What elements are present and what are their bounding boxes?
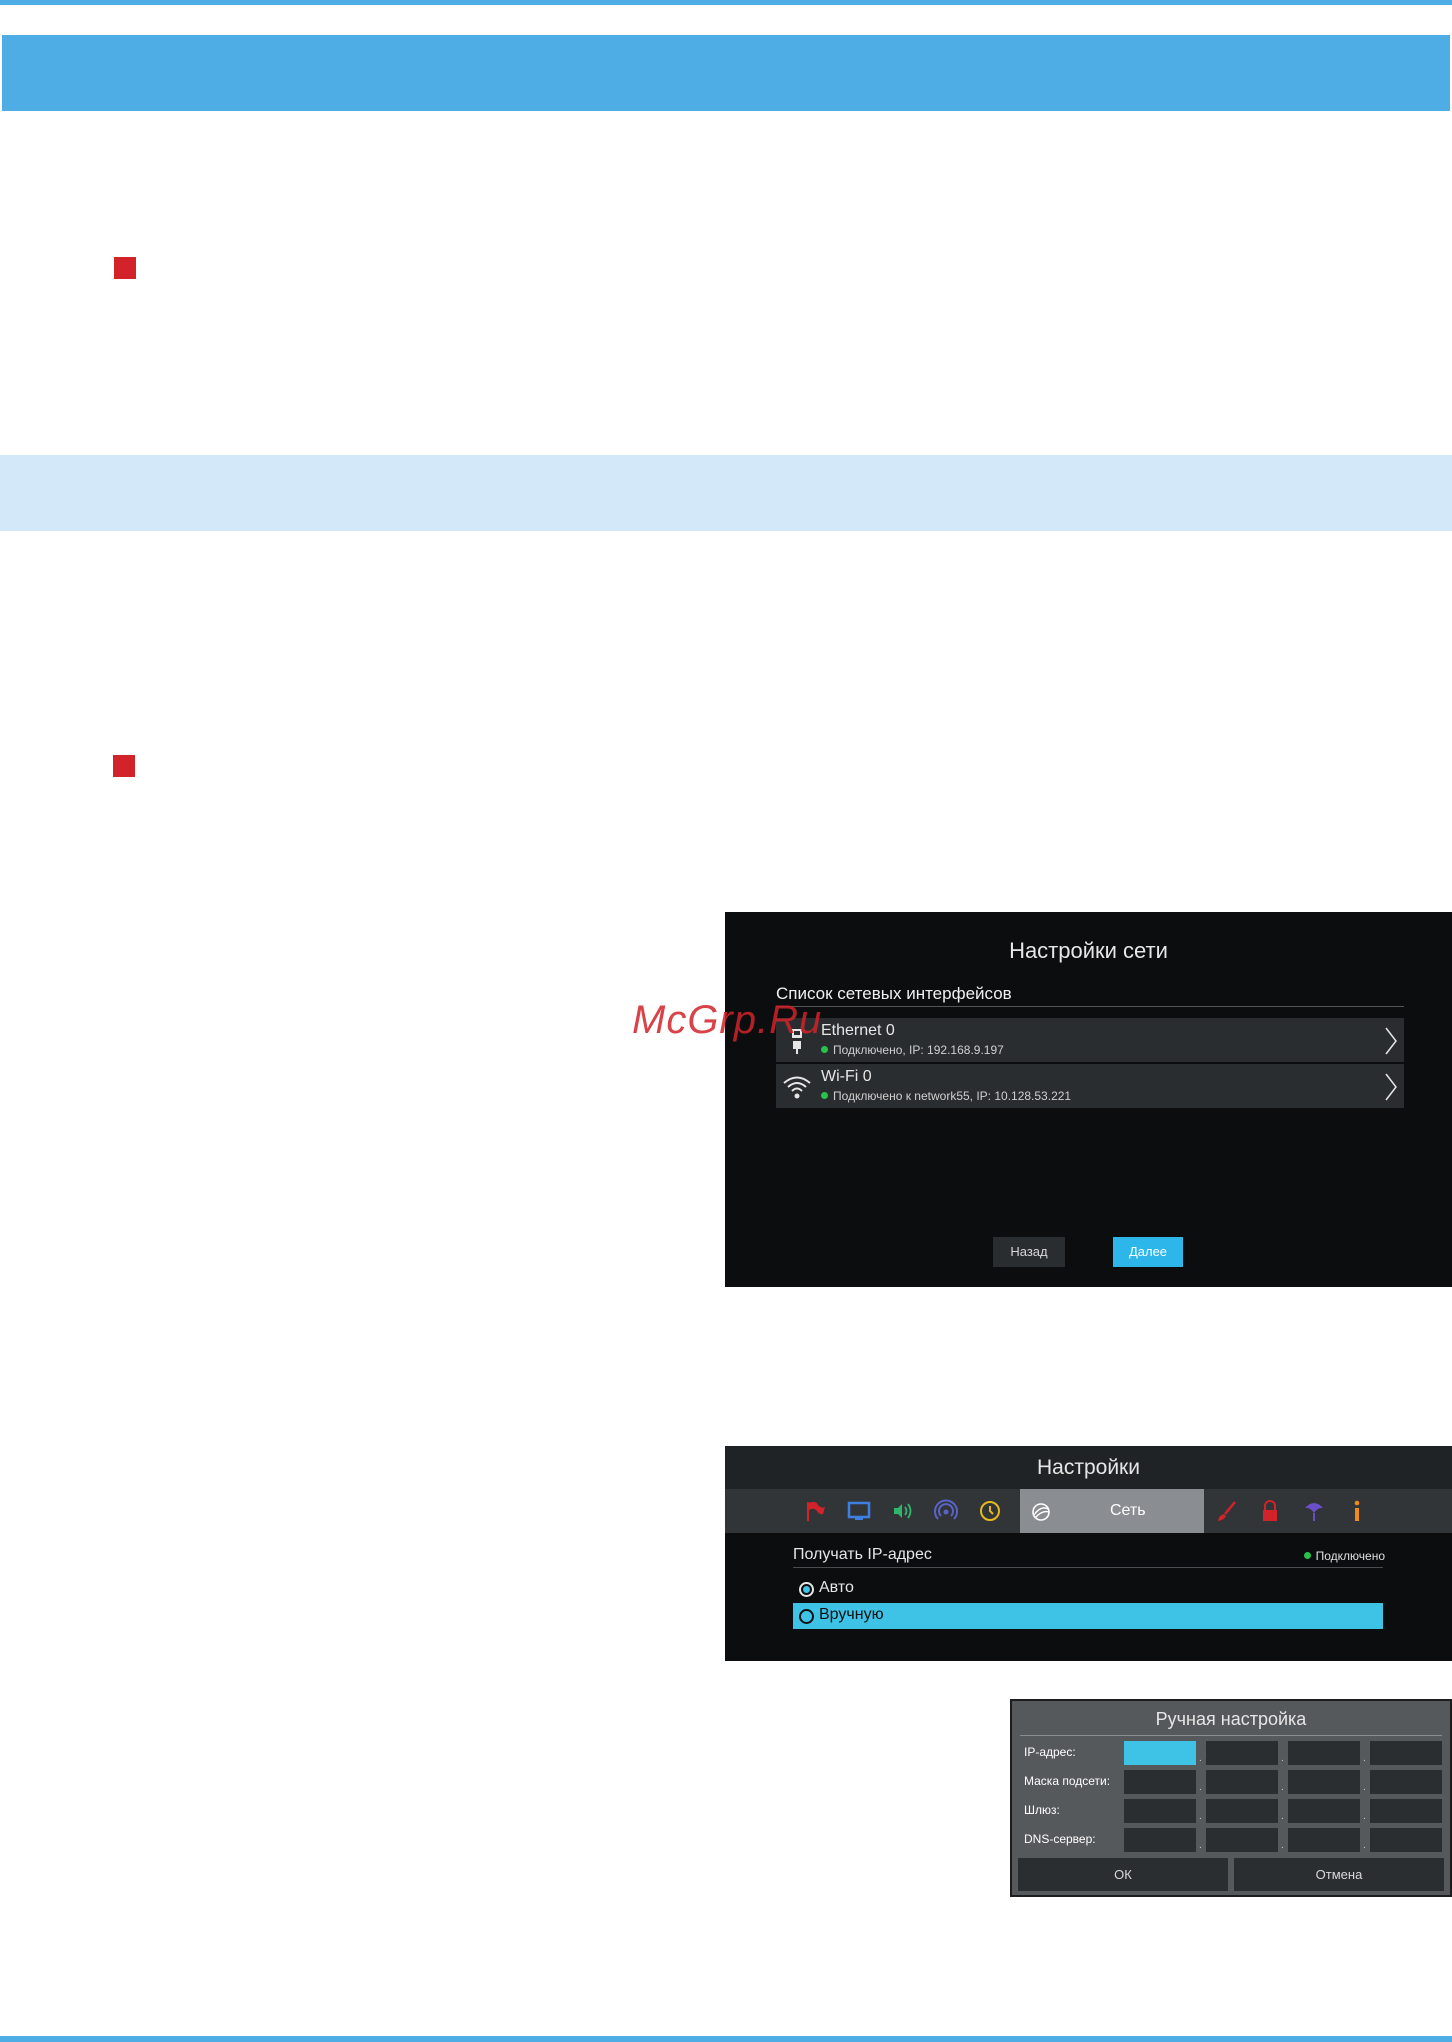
settings-tab-bar: Сеть <box>725 1489 1452 1533</box>
next-button[interactable]: Далее <box>1113 1237 1183 1267</box>
octet-input[interactable] <box>1124 1770 1196 1794</box>
tv-icon[interactable] <box>847 1499 871 1523</box>
interface-name: Wi-Fi 0 <box>821 1068 872 1085</box>
status-dot <box>821 1092 828 1099</box>
top-rule <box>0 0 1452 5</box>
divider <box>1020 1735 1442 1736</box>
screen-title: Настройки <box>1037 1456 1140 1479</box>
octet-input[interactable] <box>1288 1799 1360 1823</box>
wifi-icon <box>783 1076 811 1099</box>
option-label: Авто <box>819 1579 854 1596</box>
octet-input[interactable] <box>1206 1741 1278 1765</box>
gateway-row: Шлюз: . . . <box>1012 1799 1450 1825</box>
octet-input[interactable] <box>1288 1741 1360 1765</box>
watermark: McGrp.Ru <box>632 998 823 1042</box>
octet-input[interactable] <box>1288 1828 1360 1852</box>
header-band <box>2 35 1450 111</box>
octet-input[interactable] <box>1288 1770 1360 1794</box>
divider <box>776 1006 1404 1007</box>
screen-title: Настройки сети <box>1009 938 1168 963</box>
network-icon <box>1032 1503 1050 1521</box>
octet-input[interactable] <box>1124 1741 1196 1765</box>
connection-status: Подключено <box>1303 1549 1385 1563</box>
clock-icon[interactable] <box>978 1499 1002 1523</box>
status-dot <box>821 1046 828 1053</box>
subnet-mask-row: Маска подсети: . . . <box>1012 1770 1450 1796</box>
octet-input[interactable] <box>1124 1799 1196 1823</box>
settings-screen: Настройки Сеть Получать IP-адрес Подключ… <box>725 1446 1452 1661</box>
network-settings-screen: Настройки сети Список сетевых интерфейсо… <box>725 912 1452 1287</box>
balloon-icon[interactable] <box>1302 1499 1326 1523</box>
radio-selected-icon <box>799 1582 814 1597</box>
ip-mode-label: Получать IP-адрес <box>793 1546 932 1563</box>
dialog-title: Ручная настройка <box>1155 1709 1307 1729</box>
option-manual[interactable]: Вручную <box>793 1603 1383 1629</box>
tab-network[interactable]: Сеть <box>1020 1489 1204 1533</box>
interface-row-ethernet[interactable]: Ethernet 0 Подключено, IP: 192.168.9.197 <box>776 1018 1404 1062</box>
option-auto[interactable]: Авто <box>793 1576 1383 1602</box>
interface-status: Подключено к network55, IP: 10.128.53.22… <box>821 1089 1071 1103</box>
flag-icon[interactable] <box>804 1499 828 1523</box>
tab-network-label: Сеть <box>1110 1502 1146 1519</box>
interface-row-wifi[interactable]: Wi-Fi 0 Подключено к network55, IP: 10.1… <box>776 1064 1404 1108</box>
field-label: Маска подсети: <box>1024 1774 1111 1788</box>
interface-status: Подключено, IP: 192.168.9.197 <box>821 1043 1004 1057</box>
field-label: DNS-сервер: <box>1024 1832 1096 1846</box>
divider <box>793 1567 1383 1568</box>
octet-input[interactable] <box>1206 1799 1278 1823</box>
broadcast-icon[interactable] <box>934 1499 958 1523</box>
bottom-rule <box>0 2036 1452 2042</box>
octet-input[interactable] <box>1370 1828 1442 1852</box>
manual-config-dialog: Ручная настройка IP-адрес: . . . Маска п… <box>1010 1699 1452 1897</box>
octet-input[interactable] <box>1206 1828 1278 1852</box>
chevron-right-icon <box>1385 1073 1397 1101</box>
octet-input[interactable] <box>1370 1770 1442 1794</box>
section-bullet <box>114 257 136 279</box>
radio-empty-icon <box>799 1609 814 1624</box>
title-bar: Настройки <box>725 1446 1452 1489</box>
option-label: Вручную <box>819 1606 884 1623</box>
section-bullet <box>113 755 135 777</box>
interface-name: Ethernet 0 <box>821 1022 895 1039</box>
lock-icon[interactable] <box>1258 1499 1282 1523</box>
octet-input[interactable] <box>1206 1770 1278 1794</box>
status-dot <box>1303 1552 1311 1559</box>
ip-address-row: IP-адрес: . . . <box>1012 1741 1450 1767</box>
dns-server-row: DNS-сервер: . . . <box>1012 1828 1450 1854</box>
volume-icon[interactable] <box>891 1499 915 1523</box>
cancel-button[interactable]: Отмена <box>1234 1858 1444 1891</box>
subsection-band <box>0 455 1452 531</box>
octet-input[interactable] <box>1124 1828 1196 1852</box>
back-button[interactable]: Назад <box>993 1237 1065 1267</box>
octet-input[interactable] <box>1370 1741 1442 1765</box>
field-label: Шлюз: <box>1024 1803 1060 1817</box>
field-label: IP-адрес: <box>1024 1745 1076 1759</box>
chevron-right-icon <box>1385 1027 1397 1055</box>
brush-icon[interactable] <box>1215 1499 1239 1523</box>
ok-button[interactable]: ОК <box>1018 1858 1228 1891</box>
info-icon[interactable] <box>1345 1499 1369 1523</box>
octet-input[interactable] <box>1370 1799 1442 1823</box>
